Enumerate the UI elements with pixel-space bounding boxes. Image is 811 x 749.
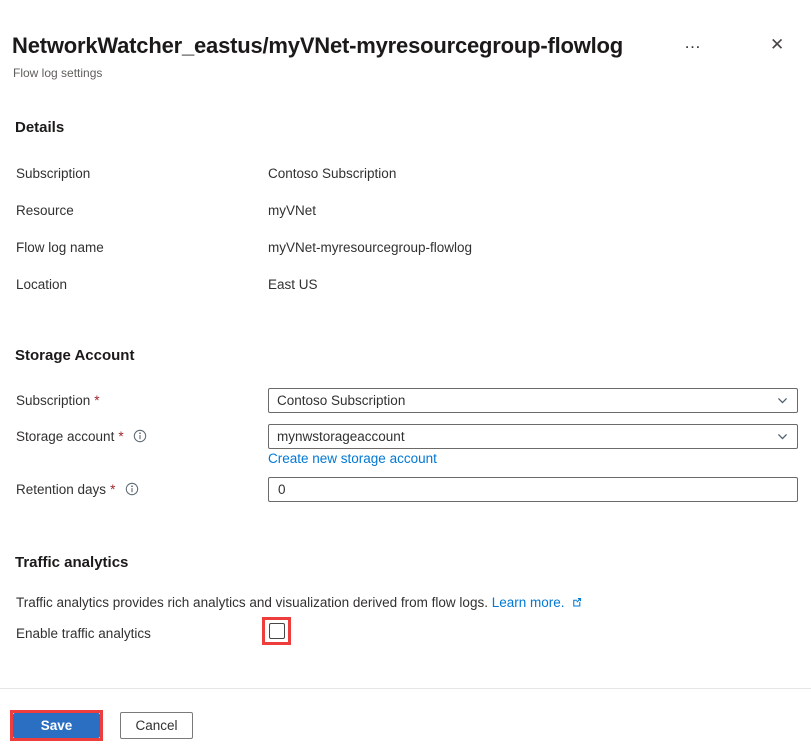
- storage-account-heading: Storage Account: [15, 347, 134, 364]
- traffic-analytics-heading: Traffic analytics: [15, 554, 128, 571]
- info-icon[interactable]: [125, 482, 139, 496]
- detail-value-flow-log-name: myVNet-myresourcegroup-flowlog: [268, 240, 472, 255]
- detail-value-location: East US: [268, 277, 318, 292]
- storage-account-field-label-text: Storage account: [16, 429, 114, 444]
- details-heading: Details: [15, 119, 64, 136]
- subscription-field-label-text: Subscription: [16, 393, 90, 408]
- subscription-field-label: Subscription *: [16, 393, 100, 408]
- save-button[interactable]: Save: [13, 713, 100, 738]
- enable-traffic-analytics-checkbox[interactable]: [269, 623, 285, 639]
- traffic-analytics-description-text: Traffic analytics provides rich analytic…: [16, 595, 488, 610]
- create-new-storage-account-link[interactable]: Create new storage account: [268, 451, 437, 466]
- annotation-highlight: [262, 617, 291, 645]
- storage-account-select[interactable]: mynwstorageaccount: [268, 424, 798, 449]
- retention-days-field-label: Retention days *: [16, 482, 139, 497]
- footer-divider: [0, 688, 811, 689]
- learn-more-link[interactable]: Learn more.: [492, 595, 565, 610]
- detail-label-resource: Resource: [16, 203, 74, 218]
- more-options-button[interactable]: …: [684, 33, 702, 53]
- detail-value-subscription: Contoso Subscription: [268, 166, 396, 181]
- annotation-highlight: Save: [10, 710, 103, 741]
- detail-label-flow-log-name: Flow log name: [16, 240, 104, 255]
- page-title: NetworkWatcher_eastus/myVNet-myresourceg…: [12, 33, 623, 59]
- cancel-button[interactable]: Cancel: [120, 712, 193, 739]
- storage-account-field-label: Storage account *: [16, 429, 147, 444]
- chevron-down-icon: [776, 430, 789, 443]
- required-asterisk: *: [94, 393, 99, 408]
- page-subtitle: Flow log settings: [13, 66, 102, 80]
- detail-label-location: Location: [16, 277, 67, 292]
- enable-traffic-analytics-label: Enable traffic analytics: [16, 626, 151, 641]
- required-asterisk: *: [118, 429, 123, 444]
- info-icon[interactable]: [133, 429, 147, 443]
- chevron-down-icon: [776, 394, 789, 407]
- traffic-analytics-description: Traffic analytics provides rich analytic…: [16, 595, 583, 610]
- retention-days-field-label-text: Retention days: [16, 482, 106, 497]
- required-asterisk: *: [110, 482, 115, 497]
- retention-days-input[interactable]: [268, 477, 798, 502]
- detail-label-subscription: Subscription: [16, 166, 90, 181]
- subscription-select[interactable]: Contoso Subscription: [268, 388, 798, 413]
- subscription-select-value: Contoso Subscription: [277, 393, 776, 408]
- detail-value-resource: myVNet: [268, 203, 316, 218]
- flow-log-settings-panel: NetworkWatcher_eastus/myVNet-myresourceg…: [0, 0, 811, 749]
- external-link-icon[interactable]: [571, 596, 583, 608]
- storage-account-select-value: mynwstorageaccount: [277, 429, 776, 444]
- close-icon[interactable]: ✕: [770, 35, 784, 55]
